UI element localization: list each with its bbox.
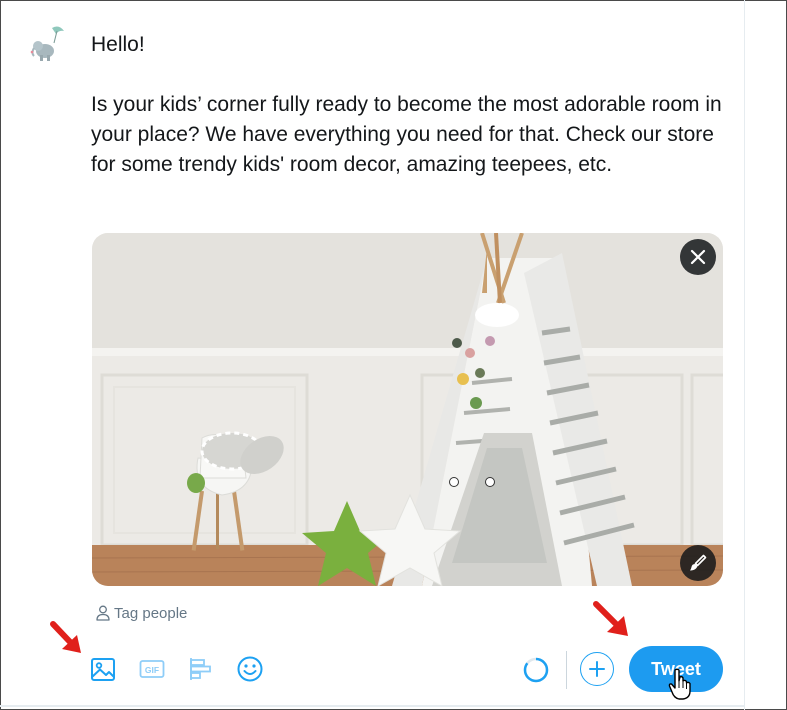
add-emoji-button[interactable] — [236, 655, 264, 683]
remove-media-button[interactable] — [680, 239, 716, 275]
person-icon — [96, 605, 110, 621]
tag-people-link[interactable]: Tag people — [96, 603, 187, 623]
annotation-arrow-icon — [50, 621, 81, 653]
compose-bottom-divider — [0, 705, 744, 707]
annotation-arrow-icon — [593, 601, 628, 636]
edit-media-button[interactable] — [680, 545, 716, 581]
add-media-button[interactable] — [89, 655, 117, 683]
media-preview[interactable] — [92, 233, 723, 586]
toolbar-separator — [566, 651, 567, 689]
tag-people-label: Tag people — [114, 604, 188, 622]
column-divider — [744, 0, 745, 710]
gif-text: GIF — [145, 665, 159, 675]
avatar[interactable] — [26, 22, 72, 68]
character-count-ring — [523, 657, 549, 683]
add-tweet-button[interactable] — [580, 652, 614, 686]
teepee-photo — [92, 233, 723, 586]
greeting-text: Hello! — [91, 33, 145, 56]
compose-text[interactable]: Hello! Is your kids’ corner fully ready … — [91, 30, 731, 180]
body-text: Is your kids’ corner fully ready to beco… — [91, 93, 722, 176]
image-icon — [91, 658, 115, 681]
hand-cursor-icon — [668, 668, 691, 700]
add-gif-button[interactable]: GIF — [138, 655, 166, 683]
poll-icon — [190, 658, 211, 680]
plus-icon — [589, 661, 605, 677]
close-icon — [690, 249, 706, 265]
brush-icon — [690, 554, 707, 571]
gif-icon: GIF — [139, 660, 165, 678]
emoji-icon — [237, 656, 263, 682]
add-poll-button[interactable] — [187, 655, 215, 683]
